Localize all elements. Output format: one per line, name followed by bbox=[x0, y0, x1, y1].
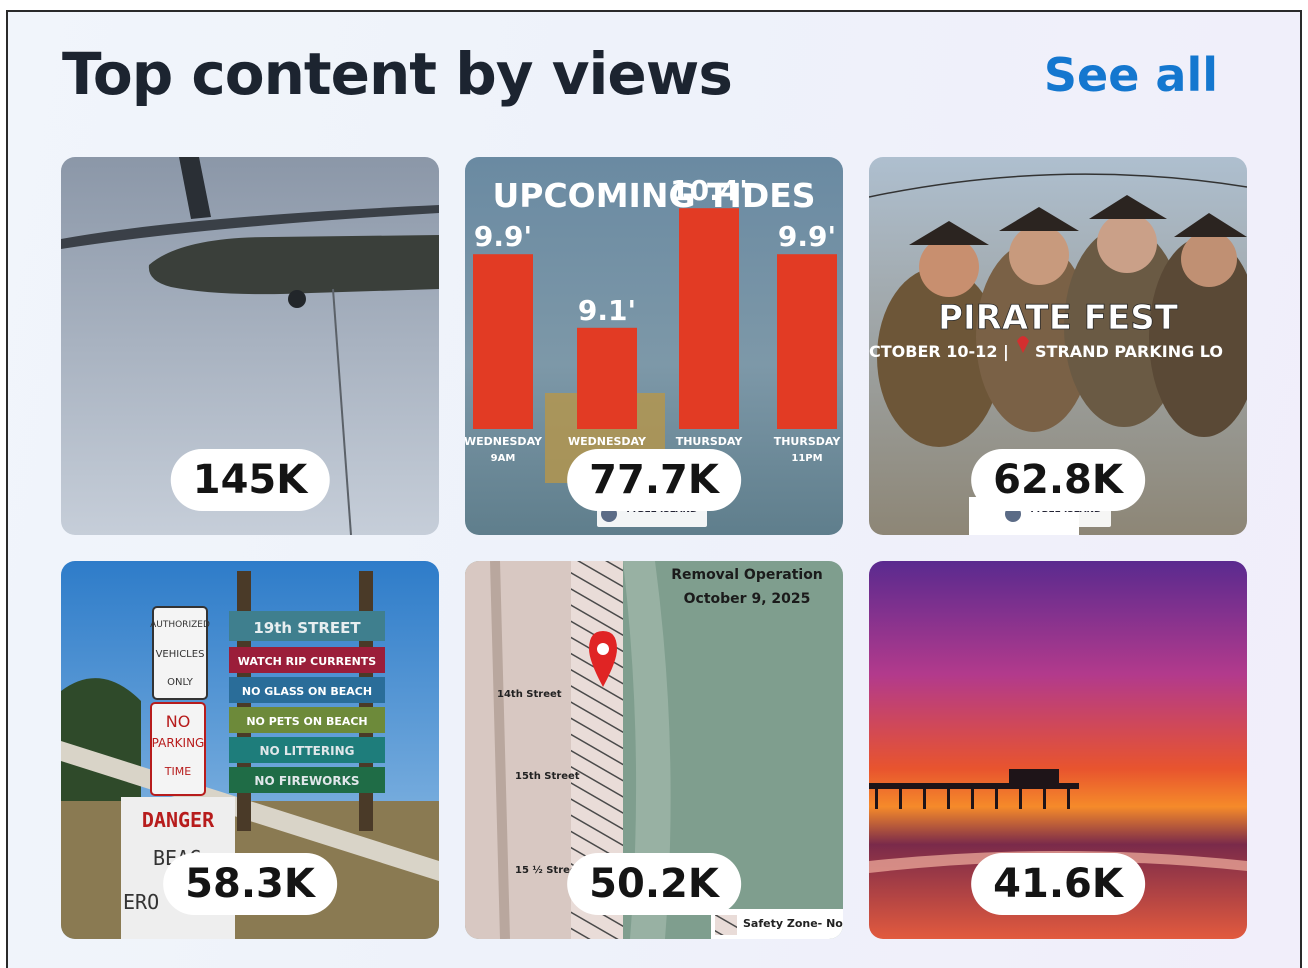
top-content-card: Top content by views See all 145K UPCOMI… bbox=[6, 10, 1302, 968]
tide-value-label: 9.9' bbox=[778, 220, 836, 253]
map-date: October 9, 2025 bbox=[684, 591, 811, 607]
content-thumbnail-beach-signs[interactable]: 19th STREET WATCH RIP CURRENTS NO GLASS … bbox=[61, 561, 439, 939]
map-title: Removal Operation bbox=[671, 567, 823, 583]
tide-value-label: 9.1' bbox=[578, 294, 636, 327]
views-badge: 50.2K bbox=[567, 853, 741, 915]
content-thumbnail-removal-map[interactable]: Removal Operation October 9, 2025 14th S… bbox=[465, 561, 843, 939]
tide-value-label: 9.9' bbox=[474, 220, 532, 253]
svg-text:NO LITTERING: NO LITTERING bbox=[260, 744, 355, 758]
svg-text:14th Street: 14th Street bbox=[497, 689, 562, 700]
svg-text:NO GLASS ON BEACH: NO GLASS ON BEACH bbox=[242, 685, 372, 698]
tide-bar bbox=[777, 254, 837, 429]
section-title: Top content by views bbox=[62, 40, 733, 108]
pirate-fest-dates: CTOBER 10-12 | bbox=[869, 342, 1009, 362]
views-badge: 77.7K bbox=[567, 449, 741, 511]
svg-text:TIME: TIME bbox=[164, 765, 191, 778]
tide-value-label: 10.4' bbox=[670, 174, 748, 207]
views-badge: 62.8K bbox=[971, 449, 1145, 511]
tide-day-label: WEDNESDAY bbox=[568, 435, 647, 448]
tide-time-label: 9AM bbox=[491, 453, 516, 464]
svg-text:15th Street: 15th Street bbox=[515, 771, 580, 782]
svg-text:NO PETS ON BEACH: NO PETS ON BEACH bbox=[246, 715, 367, 728]
tides-title: UPCOMING TIDES bbox=[492, 176, 815, 215]
pirate-fest-location: STRAND PARKING LO bbox=[1035, 342, 1223, 361]
tide-day-label: WEDNESDAY bbox=[465, 435, 543, 448]
svg-text:19th STREET: 19th STREET bbox=[253, 619, 361, 637]
svg-text:AUTHORIZED: AUTHORIZED bbox=[150, 620, 210, 630]
map-legend: Safety Zone- No Entry bbox=[743, 917, 843, 930]
tide-bar bbox=[473, 254, 533, 429]
svg-text:NO: NO bbox=[166, 712, 191, 731]
see-all-link[interactable]: See all bbox=[1044, 48, 1218, 102]
svg-text:WATCH RIP CURRENTS: WATCH RIP CURRENTS bbox=[238, 655, 377, 668]
tide-bar bbox=[577, 327, 637, 429]
views-badge: 145K bbox=[170, 449, 330, 511]
svg-text:ERO: ERO bbox=[123, 890, 159, 914]
views-badge: 58.3K bbox=[163, 853, 337, 915]
content-thumbnail-helicopter[interactable]: 145K bbox=[61, 157, 439, 535]
content-thumbnail-pirate-fest[interactable]: PIRATE FEST CTOBER 10-12 | STRAND PARKIN… bbox=[869, 157, 1247, 535]
pirate-fest-title: PIRATE FEST bbox=[938, 298, 1179, 338]
svg-text:NO FIREWORKS: NO FIREWORKS bbox=[254, 774, 359, 788]
svg-text:ONLY: ONLY bbox=[167, 677, 194, 688]
tide-day-label: THURSDAY bbox=[676, 435, 744, 448]
content-thumbnail-pier-sunset[interactable]: 41.6K bbox=[869, 561, 1247, 939]
svg-text:PARKING: PARKING bbox=[152, 736, 205, 750]
tide-day-label: THURSDAY bbox=[774, 435, 842, 448]
svg-text:DANGER: DANGER bbox=[142, 808, 215, 832]
views-badge: 41.6K bbox=[971, 853, 1145, 915]
tide-bar bbox=[679, 208, 739, 429]
tide-time-label: 11PM bbox=[791, 453, 822, 464]
content-thumbnail-tides[interactable]: UPCOMING TIDES 9.9' WEDNESDAY 9AM 9.1' WEDNE… bbox=[465, 157, 843, 535]
svg-text:VEHICLES: VEHICLES bbox=[156, 649, 205, 660]
